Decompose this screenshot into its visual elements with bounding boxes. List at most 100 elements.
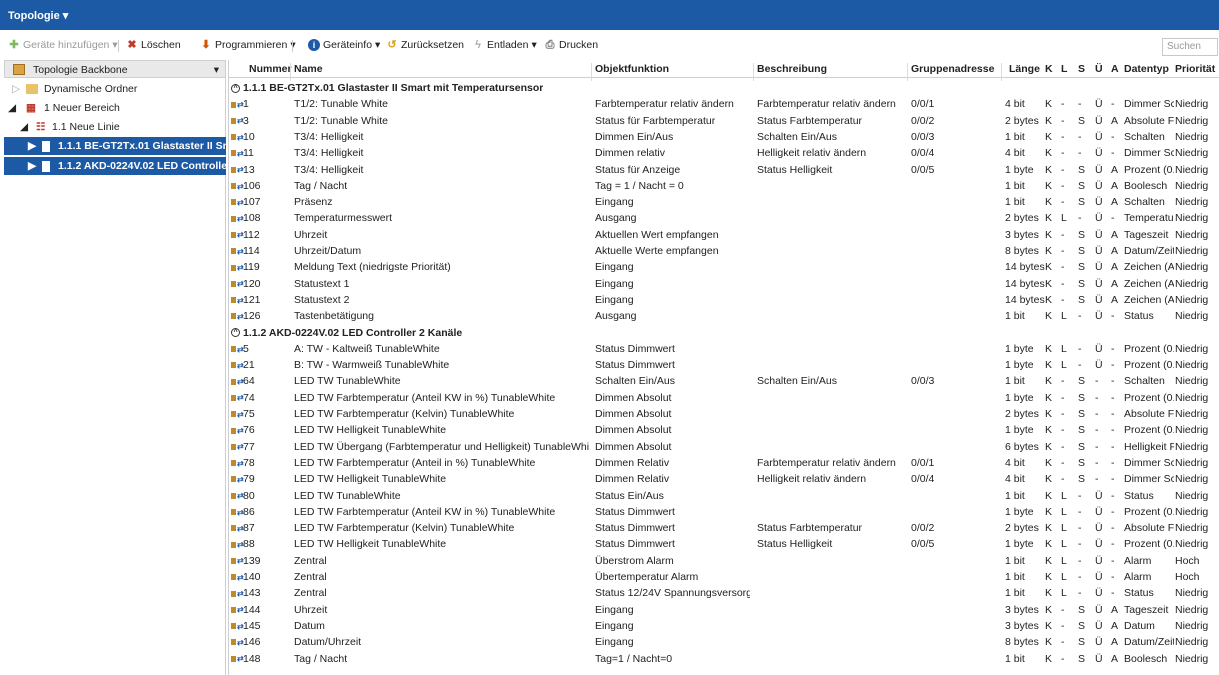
panel-title[interactable]: Topologie ▾ bbox=[8, 9, 68, 22]
table-row[interactable]: ⇄ 79 LED TW Helligkeit TunableWhite Dimmen … bbox=[229, 471, 1219, 487]
table-row[interactable]: ⇄ 80 LED TW TunableWhite Status Ein/Aus 1 bi… bbox=[229, 488, 1219, 504]
cell--: Ü bbox=[1095, 538, 1103, 551]
expand-arrow-icon: ▷ bbox=[12, 83, 21, 95]
table-row[interactable]: ⇄ 121 Statustext 2 Eingang 14 bytes K - S Ü A Zeic… bbox=[229, 292, 1219, 308]
device-info-button[interactable]: i Geräteinfo ▾ bbox=[308, 39, 380, 51]
add-devices-button[interactable]: ✚ Geräte hinzufügen ▾ bbox=[8, 39, 117, 51]
collapse-icon[interactable]: ^ bbox=[231, 83, 240, 93]
device-group-header[interactable]: ^ 1.1.2 AKD-0224V.02 LED Controller 2 Kan… bbox=[229, 325, 1219, 341]
col-length[interactable]: Länge bbox=[1009, 63, 1040, 75]
table-row[interactable]: ⇄ 86 LED TW Farbtemperatur (Anteil KW in %… bbox=[229, 504, 1219, 520]
table-row[interactable]: ⇄ 10 T3/4: Helligkeit Dimmen Ein/Aus Schalte… bbox=[229, 129, 1219, 145]
table-row[interactable]: ⇄ 145 Datum Eingang 3 bytes K - S Ü A Datum Niedrig bbox=[229, 618, 1219, 634]
table-row[interactable]: ⇄ 112 Uhrzeit Aktuellen Wert empfangen 3 byt… bbox=[229, 227, 1219, 243]
table-row[interactable]: ⇄ 76 LED TW Helligkeit TunableWhite Dimmen … bbox=[229, 422, 1219, 438]
table-row[interactable]: ⇄ 120 Statustext 1 Eingang 14 bytes K - S Ü A Zeic… bbox=[229, 276, 1219, 292]
cell-beschreibung: Status Helligkeit bbox=[757, 163, 833, 176]
col-a[interactable]: A bbox=[1111, 63, 1119, 75]
table-row[interactable]: ⇄ 13 T3/4: Helligkeit Status für Anzeige Sta… bbox=[229, 162, 1219, 178]
cell-l: - bbox=[1061, 130, 1065, 143]
cell-objektfunktion: Dimmen Absolut bbox=[595, 424, 672, 437]
col-priority[interactable]: Priorität bbox=[1175, 63, 1215, 75]
table-row[interactable]: ⇄ 21 B: TW - Warmweiß TunableWhite Status D… bbox=[229, 357, 1219, 373]
tree-item-area[interactable]: ◢ ▦ 1 Neuer Bereich bbox=[4, 99, 226, 117]
topology-dropdown[interactable]: Topologie Backbone ▾ bbox=[4, 60, 226, 78]
table-row[interactable]: ⇄ 140 Zentral Übertemperatur Alarm 1 bit K L - Ü… bbox=[229, 569, 1219, 585]
table-row[interactable]: ⇄ 119 Meldung Text (niedrigste Priorität) E… bbox=[229, 259, 1219, 275]
delete-button[interactable]: ✖ Löschen bbox=[126, 39, 180, 51]
table-row[interactable]: ⇄ 143 Zentral Status 12/24V Spannungsversor… bbox=[229, 585, 1219, 601]
col-name[interactable]: Name bbox=[294, 63, 323, 75]
table-row[interactable]: ⇄ 114 Uhrzeit/Datum Aktuelle Werte empfange… bbox=[229, 243, 1219, 259]
cell-gruppenadresse: 0/0/1 bbox=[911, 456, 935, 469]
col-number[interactable]: Nummer bbox=[249, 63, 292, 75]
tree-item-device-1[interactable]: ▶ 1.1.1 BE-GT2Tx.01 Glastaster II Smart.… bbox=[4, 137, 254, 155]
cell-l-nge: 3 bytes bbox=[1005, 603, 1039, 616]
cell-name: LED TW Farbtemperatur (Anteil KW in %) T… bbox=[294, 391, 556, 404]
cell-a: A bbox=[1111, 245, 1119, 257]
table-row[interactable]: ⇄ 3 T1/2: Tunable White Status für Farbtemp… bbox=[229, 113, 1219, 129]
cell-priorit-t: Niedrig bbox=[1175, 261, 1209, 274]
cell-l-nge: 1 bit bbox=[1005, 587, 1025, 600]
table-row[interactable]: ⇄ 77 LED TW Übergang (Farbtemperatur und H… bbox=[229, 439, 1219, 455]
collapse-icon[interactable]: ^ bbox=[231, 328, 240, 338]
table-row[interactable]: ⇄ 88 LED TW Helligkeit TunableWhite Status … bbox=[229, 536, 1219, 552]
cell-objektfunktion: Status Ein/Aus bbox=[595, 489, 664, 502]
table-row[interactable]: ⇄ 108 Temperaturmesswert Ausgang 2 bytes K L - Ü… bbox=[229, 210, 1219, 226]
toolbar-divider bbox=[292, 40, 293, 52]
print-button[interactable]: ⎙ Drucken bbox=[544, 39, 599, 51]
table-row[interactable]: ⇄ 5 A: TW - Kaltweiß TunableWhite Status Di… bbox=[229, 341, 1219, 357]
col-function[interactable]: Objektfunktion bbox=[595, 63, 669, 75]
cell-l-nge: 1 bit bbox=[1005, 571, 1025, 583]
cell-objektfunktion: Dimmen relativ bbox=[595, 147, 666, 160]
table-row[interactable]: ⇄ 64 LED TW TunableWhite Schalten Ein/Aus Sc… bbox=[229, 373, 1219, 389]
table-row[interactable]: ⇄ 126 Tastenbetätigung Ausgang 1 bit K L - Ü - Sta… bbox=[229, 308, 1219, 324]
col-k[interactable]: K bbox=[1045, 63, 1053, 75]
cell-l-nge: 8 bytes bbox=[1005, 245, 1039, 257]
cell--: Ü bbox=[1095, 147, 1103, 160]
table-row[interactable]: ⇄ 74 LED TW Farbtemperatur (Anteil KW in %… bbox=[229, 390, 1219, 406]
device-group-header[interactable]: ^ 1.1.1 BE-GT2Tx.01 Glastaster II Smart m… bbox=[229, 80, 1219, 96]
tree-item-line[interactable]: ◢ ☷ 1.1 Neue Linie bbox=[4, 118, 226, 136]
table-row[interactable]: ⇄ 144 Uhrzeit Eingang 3 bytes K - S Ü A Tageszeit N… bbox=[229, 602, 1219, 618]
col-description[interactable]: Beschreibung bbox=[757, 63, 827, 75]
group-object-icon: ⇄ bbox=[231, 229, 244, 241]
col-l[interactable]: L bbox=[1061, 63, 1067, 75]
cell-name: LED TW Helligkeit TunableWhite bbox=[294, 538, 447, 551]
table-row[interactable]: ⇄ 139 Zentral Überstrom Alarm 1 bit K L - Ü - Alar… bbox=[229, 553, 1219, 569]
cell-s: S bbox=[1078, 293, 1086, 306]
table-row[interactable]: ⇄ 1 T1/2: Tunable White Farbtemperatur rela… bbox=[229, 96, 1219, 112]
cell-k: K bbox=[1045, 163, 1053, 176]
delete-x-icon: ✖ bbox=[127, 39, 137, 51]
cell-gruppenadresse: 0/0/2 bbox=[911, 114, 935, 127]
table-row[interactable]: ⇄ 87 LED TW Farbtemperatur (Kelvin) Tunabl… bbox=[229, 520, 1219, 536]
table-row[interactable]: ⇄ 148 Tag / Nacht Tag=1 / Nacht=0 1 bit K - S Ü A… bbox=[229, 651, 1219, 667]
tree-item-device-2[interactable]: ▶ 1.1.2 AKD-0224V.02 LED Controller 2... bbox=[4, 157, 249, 175]
cell--: - bbox=[1095, 456, 1099, 469]
cell-datentyp: Zeichen (A... bbox=[1124, 277, 1174, 290]
unload-button[interactable]: ϟ Entladen ▾ bbox=[472, 39, 537, 51]
table-row[interactable]: ⇄ 146 Datum/Uhrzeit Eingang 8 bytes K - S Ü A Datu… bbox=[229, 634, 1219, 650]
cell-a: A bbox=[1111, 277, 1119, 290]
cell-l-nge: 2 bytes bbox=[1005, 114, 1039, 127]
cell-s: - bbox=[1078, 505, 1082, 518]
col-s[interactable]: S bbox=[1078, 63, 1085, 75]
reset-button[interactable]: ↺ Zurücksetzen bbox=[386, 39, 464, 51]
program-button[interactable]: ⬇ Programmieren ▾ bbox=[200, 39, 295, 51]
cell-s: S bbox=[1078, 408, 1086, 420]
table-row[interactable]: ⇄ 107 Präsenz Eingang 1 bit K - S Ü A Schalten Nied… bbox=[229, 194, 1219, 210]
col-datatype[interactable]: Datentyp bbox=[1124, 63, 1169, 75]
tree-item-dynamic-folders[interactable]: ▷ Dynamische Ordner bbox=[4, 80, 226, 98]
cell-beschreibung: Status Farbtemperatur bbox=[757, 522, 863, 535]
col-u[interactable]: Ü bbox=[1095, 63, 1103, 75]
cell--: Ü bbox=[1095, 359, 1103, 372]
table-row[interactable]: ⇄ 75 LED TW Farbtemperatur (Kelvin) Tunabl… bbox=[229, 406, 1219, 422]
cell-name: Tastenbetätigung bbox=[294, 310, 374, 323]
table-row[interactable]: ⇄ 106 Tag / Nacht Tag = 1 / Nacht = 0 1 bit K… bbox=[229, 178, 1219, 194]
table-row[interactable]: ⇄ 11 T3/4: Helligkeit Dimmen relativ Helligk… bbox=[229, 145, 1219, 161]
table-row[interactable]: ⇄ 78 LED TW Farbtemperatur (Anteil in %) T… bbox=[229, 455, 1219, 471]
col-group-address[interactable]: Gruppenadresse bbox=[911, 63, 994, 75]
cell-priorit-t: Niedrig bbox=[1175, 163, 1209, 176]
search-input[interactable]: Suchen bbox=[1162, 38, 1218, 56]
cell-datentyp: Dimmer Sc... bbox=[1124, 98, 1174, 111]
